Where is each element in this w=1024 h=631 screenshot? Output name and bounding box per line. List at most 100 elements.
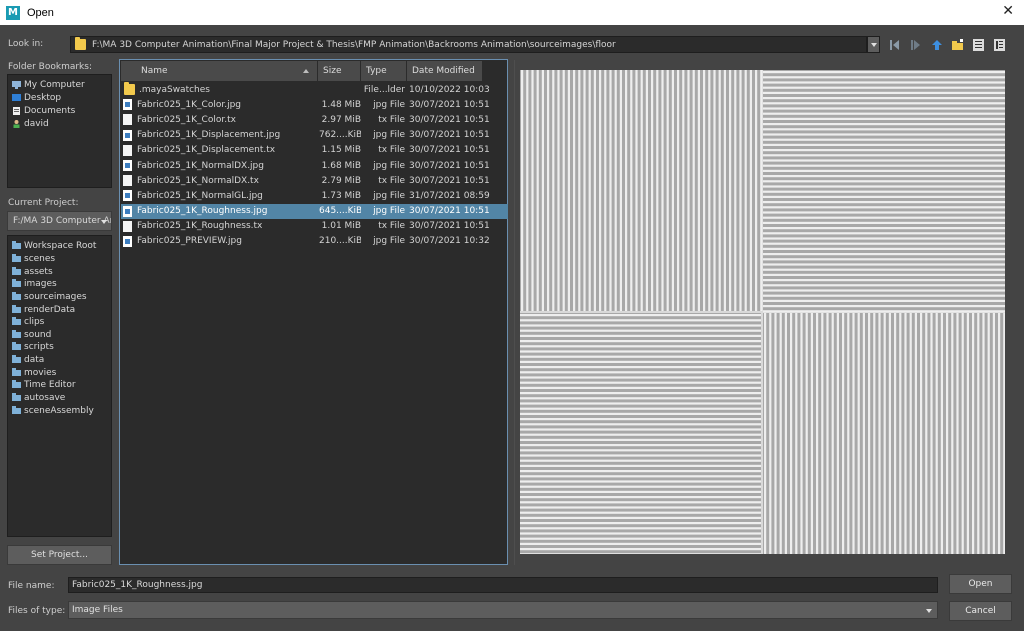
new-folder-icon[interactable]	[950, 37, 965, 52]
file-name-input[interactable]: Fabric025_1K_Roughness.jpg	[68, 577, 938, 593]
bookmark-david[interactable]: david	[8, 117, 111, 130]
column-header-date-modified[interactable]: Date Modified	[407, 61, 483, 81]
project-folder-item[interactable]: clips	[8, 316, 111, 329]
file-row[interactable]: Fabric025_1K_Roughness.jpg 645....KiB jpg …	[121, 203, 508, 219]
folder-icon	[12, 380, 21, 389]
user-icon	[13, 119, 20, 128]
project-folder-item[interactable]: Time Editor	[8, 379, 111, 392]
file-row[interactable]: Fabric025_1K_Color.tx 2.97 MiB tx File 30/0…	[121, 112, 508, 127]
file-icon	[123, 144, 132, 156]
project-folder-item[interactable]: renderData	[8, 303, 111, 316]
file-size-cell: 210....KiB	[319, 236, 361, 247]
project-folder-label: scenes	[24, 253, 56, 264]
file-name-cell: Fabric025_1K_Color.jpg	[123, 99, 319, 111]
file-name-cell: Fabric025_1K_Displacement.jpg	[123, 129, 319, 141]
project-folder-item[interactable]: assets	[8, 265, 111, 278]
column-header-size[interactable]: Size	[318, 61, 361, 81]
file-row[interactable]: Fabric025_1K_Roughness.tx 1.01 MiB tx File…	[121, 219, 508, 234]
file-row[interactable]: Fabric025_1K_NormalDX.jpg 1.68 MiB jpg Fil…	[121, 158, 508, 173]
file-type-cell: tx File	[378, 175, 405, 186]
folder-icon	[12, 393, 21, 401]
file-type-cell: jpg File	[373, 99, 405, 110]
project-folder-item[interactable]: images	[8, 278, 111, 291]
project-folder-item[interactable]: autosave	[8, 392, 111, 405]
files-of-type-select[interactable]: Image Files	[68, 601, 938, 619]
desktop-icon	[12, 93, 21, 101]
folder-icon	[12, 304, 21, 313]
project-folder-label: renderData	[24, 304, 76, 315]
image-file-icon	[123, 129, 132, 141]
project-folder-item[interactable]: movies	[8, 366, 111, 379]
file-icon	[123, 220, 132, 232]
file-name-text: Fabric025_1K_NormalDX.tx	[137, 175, 259, 186]
bookmark-my-computer[interactable]: My Computer	[8, 78, 111, 91]
set-project-button[interactable]: Set Project...	[7, 545, 112, 565]
file-name-cell: Fabric025_1K_Displacement.tx	[123, 144, 319, 156]
folder-icon	[12, 266, 21, 275]
file-date-cell: 30/07/2021 10:32	[409, 236, 490, 247]
file-size-cell: 1.48 MiB	[321, 99, 361, 110]
bookmark-documents[interactable]: Documents	[8, 104, 111, 117]
project-folder-item[interactable]: scenes	[8, 253, 111, 266]
file-size-cell: 2.79 MiB	[321, 175, 361, 186]
project-folder-label: movies	[24, 367, 57, 378]
image-file-icon	[123, 235, 132, 247]
look-in-path-combobox[interactable]: F:\MA 3D Computer Animation\Final Major …	[70, 36, 867, 53]
project-folder-item[interactable]: data	[8, 354, 111, 367]
panel-splitter[interactable]	[514, 60, 515, 565]
project-folder-label: Workspace Root	[24, 241, 97, 252]
project-folder-item[interactable]: sound	[8, 328, 111, 341]
project-folder-item[interactable]: sceneAssembly	[8, 404, 111, 417]
folder-icon	[12, 279, 21, 288]
file-date-cell: 30/07/2021 10:51	[409, 99, 490, 110]
file-row[interactable]: Fabric025_1K_NormalDX.tx 2.79 MiB tx File 3…	[121, 173, 508, 188]
project-folder-label: autosave	[24, 393, 66, 403]
forward-icon[interactable]	[908, 37, 923, 52]
document-icon	[13, 106, 20, 115]
file-type-cell: tx File	[378, 114, 405, 125]
file-row[interactable]: Fabric025_1K_Color.jpg 1.48 MiB jpg File 30…	[121, 97, 508, 112]
file-size-cell: 762....KiB	[319, 130, 361, 141]
bookmark-desktop[interactable]: Desktop	[8, 91, 111, 104]
current-project-select[interactable]: F:/MA 3D Computer Animation	[7, 211, 112, 231]
look-in-dropdown-button[interactable]	[867, 36, 880, 53]
file-row[interactable]: Fabric025_1K_NormalGL.jpg 1.73 MiB jpg Fil…	[121, 188, 508, 203]
folder-icon	[12, 342, 21, 351]
list-view-icon[interactable]	[971, 37, 986, 52]
project-folder-label: sound	[24, 329, 52, 340]
image-file-icon	[123, 160, 132, 172]
file-row[interactable]: .mayaSwatches File...lder 10/10/2022 10:03	[121, 82, 508, 97]
file-date-cell: 30/07/2021 10:51	[409, 175, 490, 186]
column-header-name[interactable]: Name	[121, 61, 318, 81]
maya-app-icon: M	[6, 5, 20, 20]
file-size-cell: 2.97 MiB	[321, 114, 361, 125]
folder-bookmarks-label: Folder Bookmarks:	[8, 62, 92, 72]
files-of-type-label: Files of type:	[8, 606, 66, 616]
parent-directory-icon[interactable]	[929, 37, 944, 52]
detail-view-icon[interactable]	[992, 37, 1007, 52]
cancel-button[interactable]: Cancel	[949, 601, 1012, 621]
file-type-cell: jpg File	[373, 236, 405, 247]
file-type-cell: jpg File	[373, 130, 405, 141]
file-row[interactable]: Fabric025_1K_Displacement.jpg 762....KiB j…	[121, 128, 508, 143]
file-name-text: Fabric025_PREVIEW.jpg	[137, 236, 242, 247]
file-date-cell: 30/07/2021 10:51	[409, 145, 490, 156]
bookmark-label: Documents	[24, 105, 76, 116]
file-date-cell: 30/07/2021 10:51	[409, 130, 490, 141]
file-date-cell: 30/07/2021 10:51	[409, 160, 490, 171]
close-icon[interactable]: ✕	[1002, 3, 1014, 19]
project-folder-label: images	[24, 279, 57, 290]
project-folder-item[interactable]: sourceimages	[8, 291, 111, 304]
file-date-cell: 31/07/2021 08:59	[409, 190, 490, 201]
file-size-cell: 645....KiB	[319, 206, 361, 217]
sort-ascending-icon	[303, 69, 309, 73]
project-folder-item[interactable]: scripts	[8, 341, 111, 354]
back-icon[interactable]	[887, 37, 902, 52]
file-row[interactable]: Fabric025_PREVIEW.jpg 210....KiB jpg File 3…	[121, 234, 508, 249]
file-row[interactable]: Fabric025_1K_Displacement.tx 1.15 MiB tx F…	[121, 143, 508, 158]
file-size-cell: 1.01 MiB	[321, 221, 361, 232]
open-button[interactable]: Open	[949, 574, 1012, 594]
folder-bookmarks-list: My Computer Desktop Documents david	[7, 74, 112, 188]
column-header-type[interactable]: Type	[361, 61, 407, 81]
project-folder-item[interactable]: Workspace Root	[8, 240, 111, 253]
